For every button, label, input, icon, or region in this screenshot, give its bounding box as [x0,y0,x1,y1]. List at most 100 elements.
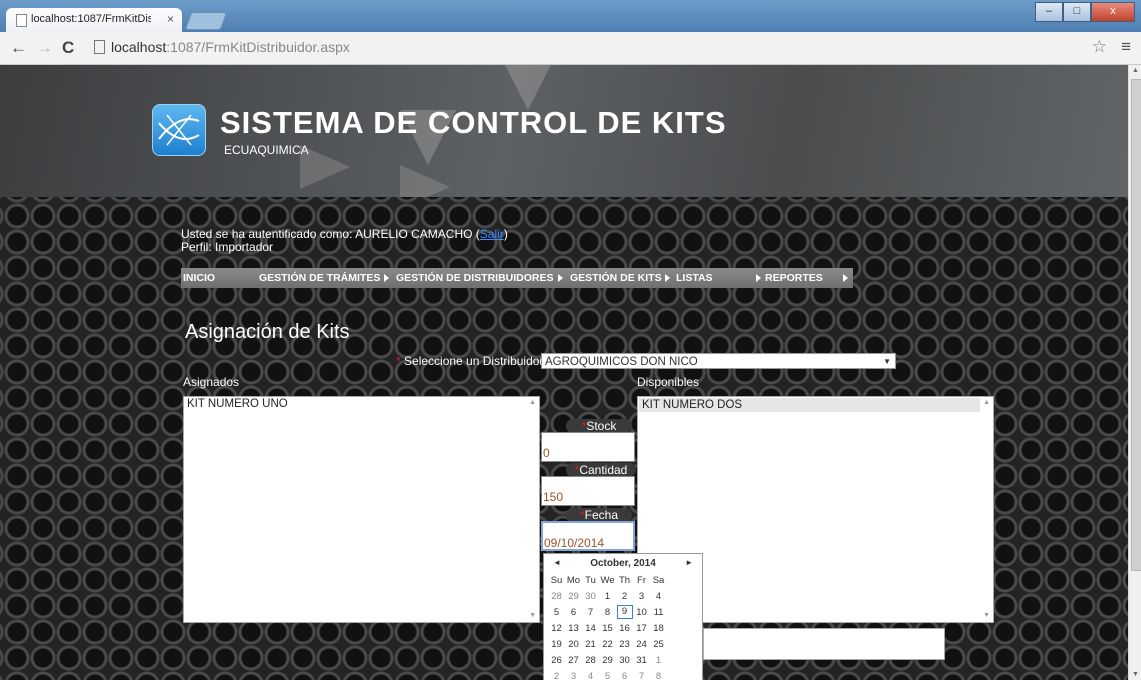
scroll-up-icon[interactable]: ▲ [983,399,990,406]
calendar-week: 5 6 7 8 9 10 11 [548,604,667,620]
calendar-day[interactable]: 26 [548,652,565,668]
calendar-day[interactable]: 18 [650,620,667,636]
nav-arrow-icon [756,274,761,282]
calendar-day[interactable]: 14 [582,620,599,636]
page-scrollbar[interactable]: ▲ ▼ [1128,65,1141,680]
close-window-button[interactable]: x [1091,2,1135,22]
calendar-day[interactable]: 4 [650,588,667,604]
weekday-label: Tu [585,574,596,586]
tab-close-icon[interactable]: × [167,12,174,26]
calendar-day[interactable]: 28 [548,588,565,604]
calendar-day[interactable]: 28 [582,652,599,668]
scroll-up-icon[interactable]: ▲ [529,399,536,406]
maximize-button[interactable]: □ [1063,2,1091,22]
calendar-day[interactable]: 29 [565,588,582,604]
calendar-day[interactable]: 30 [582,588,599,604]
calendar-day[interactable]: 6 [565,604,582,620]
calendar-day[interactable]: 11 [650,604,667,620]
calendar-day[interactable]: 4 [582,668,599,680]
calendar-day[interactable]: 22 [599,636,616,652]
scrollbar-thumb[interactable] [1131,79,1141,571]
browser-titlebar: localhost:1087/FrmKitDist × – □ x [0,0,1141,32]
calendar-day[interactable]: 23 [616,636,633,652]
header-banner: SISTEMA DE CONTROL DE KITS ECUAQUIMICA [0,65,1128,197]
calendar-day[interactable]: 25 [650,636,667,652]
tab-title: localhost:1087/FrmKitDist [31,13,151,25]
calendar-day[interactable]: 24 [633,636,650,652]
minimize-button[interactable]: – [1035,2,1063,22]
bookmark-star-icon[interactable]: ☆ [1092,37,1107,57]
text-field[interactable] [703,628,945,660]
calendar-day-selected[interactable]: 9 [616,604,633,620]
calendar-day[interactable]: 16 [616,620,633,636]
calendar-day[interactable]: 5 [548,604,565,620]
scroll-down-icon[interactable]: ▼ [983,612,990,619]
calendar-day[interactable]: 8 [650,668,667,680]
calendar-day[interactable]: 5 [599,668,616,680]
stock-input[interactable]: 0 [541,432,635,462]
calendar-day[interactable]: 13 [565,620,582,636]
calendar-day[interactable]: 31 [633,652,650,668]
nav-item-listas[interactable]: LISTAS [676,272,713,284]
calendar-day[interactable]: 6 [616,668,633,680]
calendar-day[interactable]: 2 [616,588,633,604]
nav-item-tramites[interactable]: GESTIÓN DE TRÁMITES [259,272,380,284]
fecha-input[interactable]: 09/10/2014 [541,521,635,551]
date-picker-calendar: ◄ October, 2014 ► Su Mo Tu We Th Fr Sa 2… [543,553,703,680]
calendar-day[interactable]: 27 [565,652,582,668]
next-month-icon[interactable]: ► [685,558,693,567]
calendar-week: 26 27 28 29 30 31 1 [548,652,667,668]
address-bar[interactable]: localhost:1087/FrmKitDistribuidor.aspx [88,36,1088,58]
forward-arrow-icon[interactable]: → [36,38,53,58]
scroll-down-icon[interactable]: ▼ [529,612,536,619]
url-host: localhost [111,39,167,55]
nav-arrow-icon [558,274,563,282]
menu-icon[interactable]: ≡ [1121,37,1131,57]
list-item[interactable]: KIT NUMERO DOS [639,398,980,412]
calendar-day[interactable]: 10 [633,604,650,620]
auth-text: Usted se ha autentificado como: AURELIO … [181,227,480,241]
back-arrow-icon[interactable]: ← [10,38,27,58]
list-item[interactable]: KIT NUMERO UNO [184,397,539,411]
calendar-day[interactable]: 15 [599,620,616,636]
reload-icon[interactable]: C [62,38,74,58]
asignados-list[interactable]: KIT NUMERO UNO ▲ ▼ [183,396,540,623]
logout-link[interactable]: Salir [480,227,504,241]
calendar-day[interactable]: 1 [650,652,667,668]
asignados-label: Asignados [183,375,240,389]
cantidad-input[interactable]: 150 [541,476,635,506]
browser-tab[interactable]: localhost:1087/FrmKitDist × [6,8,182,32]
weekday-label: We [600,574,615,586]
calendar-day[interactable]: 7 [633,668,650,680]
disponibles-label: Disponibles [637,375,700,389]
calendar-day[interactable]: 30 [616,652,633,668]
new-tab-button[interactable] [184,12,228,30]
scroll-down-icon[interactable]: ▼ [1132,671,1139,678]
dropdown-arrow-icon: ▼ [883,357,891,366]
calendar-day[interactable]: 19 [548,636,565,652]
calendar-day[interactable]: 8 [599,604,616,620]
scroll-up-icon[interactable]: ▲ [1132,67,1139,74]
decorative-arrow [400,165,450,197]
weekday-row: Su Mo Tu We Th Fr Sa [548,572,667,588]
calendar-day[interactable]: 12 [548,620,565,636]
calendar-day[interactable]: 3 [633,588,650,604]
calendar-day[interactable]: 3 [565,668,582,680]
browser-toolbar: ← → C localhost:1087/FrmKitDistribuidor.… [0,32,1141,65]
calendar-day[interactable]: 17 [633,620,650,636]
nav-item-distribuidores[interactable]: GESTIÓN DE DISTRIBUIDORES [396,272,554,284]
calendar-day[interactable]: 1 [599,588,616,604]
calendar-day[interactable]: 29 [599,652,616,668]
calendar-day[interactable]: 7 [582,604,599,620]
calendar-grid: Su Mo Tu We Th Fr Sa 28 29 30 1 2 3 4 5 … [548,572,667,680]
calendar-day[interactable]: 20 [565,636,582,652]
nav-item-kits[interactable]: GESTIÓN DE KITS [570,272,662,284]
distribuidor-select[interactable]: AGROQUIMICOS DON NICO ▼ [541,353,896,369]
calendar-day[interactable]: 21 [582,636,599,652]
nav-item-inicio[interactable]: INICIO [183,272,215,284]
stock-label: *Stock [566,419,632,433]
page-icon [16,14,27,27]
nav-item-reportes[interactable]: REPORTES [765,272,823,284]
calendar-day[interactable]: 2 [548,668,565,680]
distribuidor-label: * Seleccione un Distribuidor [396,354,543,368]
